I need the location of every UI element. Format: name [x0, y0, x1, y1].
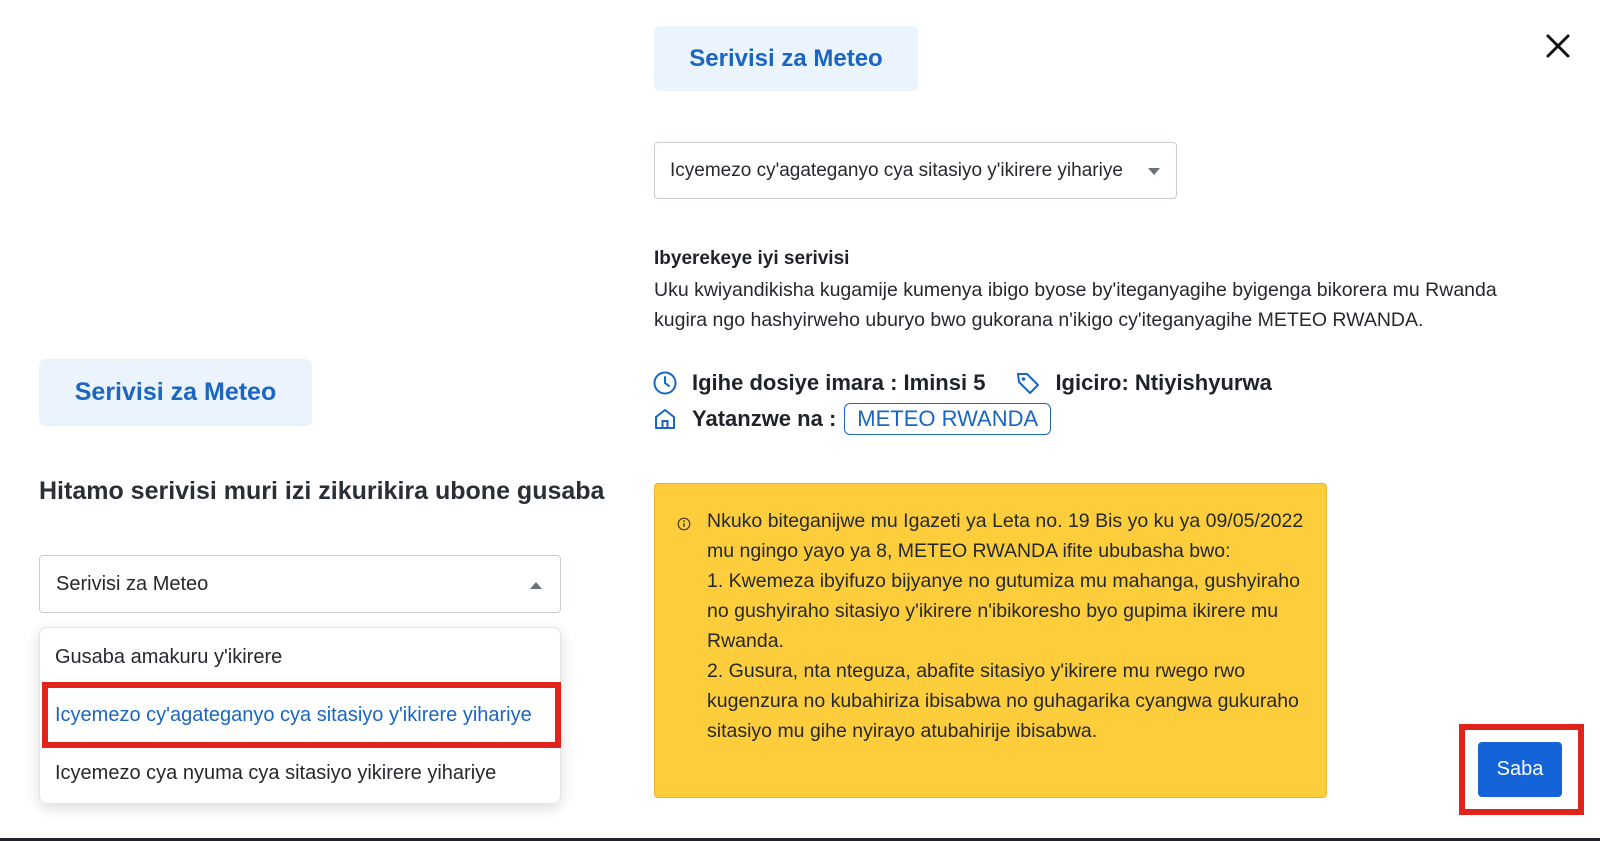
about-title: Ibyerekeye iyi serivisi: [654, 248, 850, 269]
about-text: Uku kwiyandikisha kugamije kumenya ibigo…: [654, 279, 1497, 331]
service-tag-top: Serivisi za Meteo: [654, 26, 918, 91]
dropdown-option[interactable]: Gusaba amakuru y'ikirere: [40, 628, 560, 686]
clock-icon: [653, 371, 677, 395]
dropdown-option[interactable]: Icyemezo cya nyuma cya sitasiyo yikirere…: [40, 744, 560, 802]
category-select-value: Serivisi za Meteo: [56, 572, 209, 595]
dropdown-list: Gusaba amakuru y'ikirere Icyemezo cy'aga…: [39, 627, 561, 804]
caret-down-icon: [1148, 168, 1160, 175]
info-icon: [677, 517, 691, 531]
provided-by-label: Yatanzwe na :: [692, 406, 837, 431]
meta-row-provider: Yatanzwe na : METEO RWANDA: [652, 403, 1052, 435]
notice-text: Nkuko biteganijwe mu Igazeti ya Leta no.…: [707, 510, 1304, 742]
processing-time: Igihe dosiye imara : Iminsi 5: [692, 370, 986, 395]
notice-box: Nkuko biteganijwe mu Igazeti ya Leta no.…: [654, 483, 1327, 798]
category-select[interactable]: Serivisi za Meteo: [39, 555, 561, 613]
price: Igiciro: Ntiyishyurwa: [1055, 370, 1272, 395]
home-icon: [655, 409, 675, 429]
service-tag-left: Serivisi za Meteo: [39, 359, 312, 426]
service-select[interactable]: Icyemezo cy'agateganyo cya sitasiyo y'ik…: [654, 142, 1177, 199]
service-select-value: Icyemezo cy'agateganyo cya sitasiyo y'ik…: [670, 159, 1123, 181]
provider-badge[interactable]: METEO RWANDA: [844, 403, 1052, 435]
dropdown-option-selected[interactable]: Icyemezo cy'agateganyo cya sitasiyo y'ik…: [40, 686, 560, 744]
submit-button[interactable]: Saba: [1478, 742, 1562, 797]
meta-row-time-price: Igihe dosiye imara : Iminsi 5 Igiciro: N…: [652, 370, 1272, 396]
close-button[interactable]: [1540, 28, 1576, 64]
close-icon: [1546, 34, 1570, 58]
tag-icon: [1017, 373, 1040, 394]
caret-up-icon: [530, 582, 542, 589]
page-heading: Hitamo serivisi muri izi zikurikira ubon…: [39, 477, 605, 505]
